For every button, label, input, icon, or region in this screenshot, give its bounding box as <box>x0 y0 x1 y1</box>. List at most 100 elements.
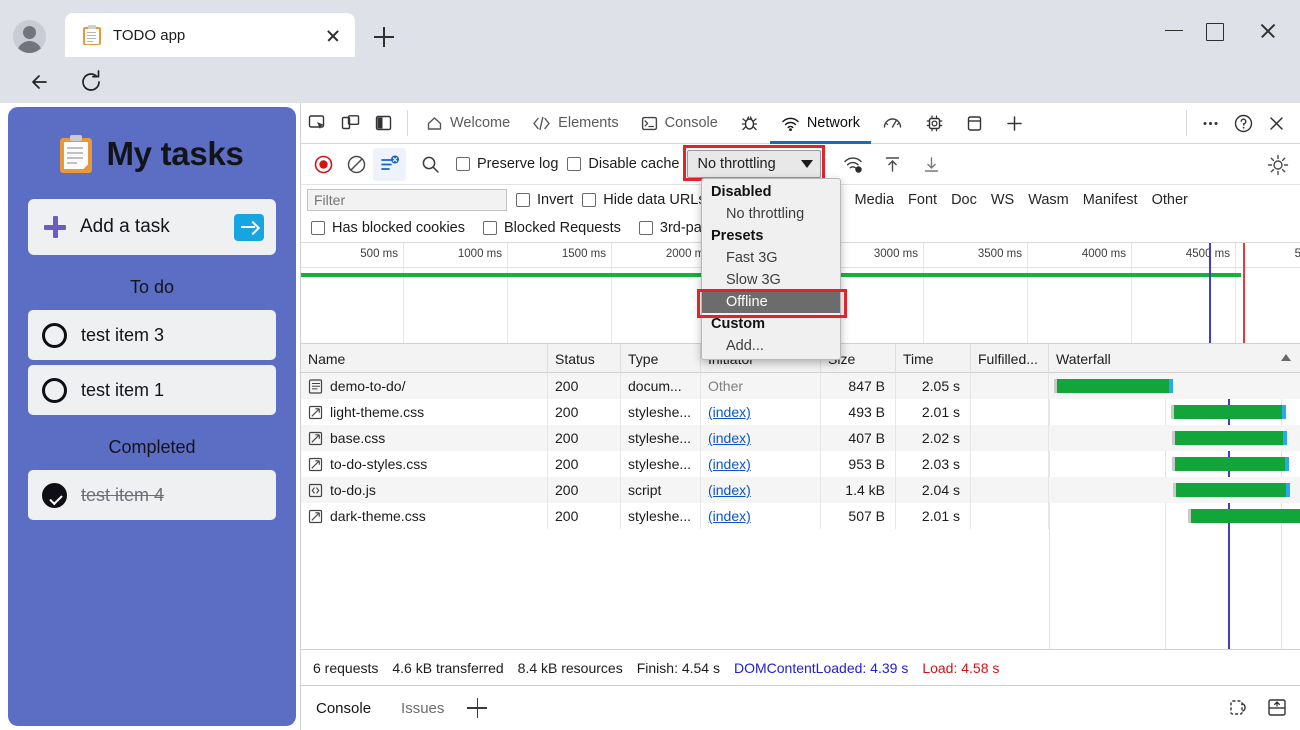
type-filter-wasm[interactable]: Wasm <box>1028 192 1069 208</box>
drawer-tab-console[interactable]: Console <box>301 686 387 730</box>
menu-item-add[interactable]: Add... <box>702 335 840 357</box>
type-filter-media[interactable]: Media <box>855 192 895 208</box>
devtools-tabbar: Welcome Elements Console Network <box>301 103 1300 144</box>
menu-item-slow-3g[interactable]: Slow 3G <box>702 269 840 291</box>
menu-item-fast-3g[interactable]: Fast 3G <box>702 247 840 269</box>
cell-fulfilled <box>971 399 1049 425</box>
filter-toggle-button[interactable] <box>373 147 406 181</box>
list-item[interactable]: test item 1 <box>28 365 276 415</box>
add-task-input[interactable]: Add a task <box>28 199 276 255</box>
tab-close-icon[interactable] <box>319 21 347 49</box>
throttling-menu[interactable]: Disabled No throttling Presets Fast 3G S… <box>697 178 847 360</box>
cell-name: base.css <box>301 425 548 451</box>
column-header-waterfall[interactable]: Waterfall <box>1049 344 1300 373</box>
column-header-fulfilled[interactable]: Fulfilled... <box>971 344 1049 373</box>
has-blocked-cookies-checkbox[interactable]: Has blocked cookies <box>311 220 465 236</box>
chevron-down-icon <box>801 160 814 168</box>
window-minimize-button[interactable] <box>1152 14 1196 46</box>
submit-arrow-icon[interactable] <box>234 213 264 241</box>
network-conditions-icon[interactable] <box>837 148 870 181</box>
search-icon[interactable] <box>414 148 447 181</box>
cell-type: styleshe... <box>621 451 701 477</box>
drawer-add-tab-button[interactable] <box>459 690 495 726</box>
clear-console-icon[interactable] <box>1227 695 1251 724</box>
menu-item-offline[interactable]: Offline <box>702 291 840 313</box>
tab-console[interactable]: Console <box>630 103 729 144</box>
type-filter-doc[interactable]: Doc <box>951 192 977 208</box>
invert-checkbox[interactable]: Invert <box>516 192 573 208</box>
drawer-tab-issues[interactable]: Issues <box>386 686 459 730</box>
blocked-requests-checkbox[interactable]: Blocked Requests <box>483 220 621 236</box>
tab-welcome[interactable]: Welcome <box>415 103 521 144</box>
devtools-drawer: Console Issues <box>301 686 1300 730</box>
initiator-link[interactable]: (index) <box>708 430 751 446</box>
back-icon[interactable] <box>24 65 58 99</box>
task-checkbox[interactable] <box>42 322 67 348</box>
preserve-log-checkbox[interactable]: Preserve log <box>456 156 558 172</box>
new-tab-button[interactable] <box>368 21 400 53</box>
import-har-icon[interactable] <box>876 148 909 181</box>
tab-application[interactable] <box>955 103 994 144</box>
tick-label: 3500 ms <box>977 248 1022 260</box>
menu-item-no-throttling[interactable]: No throttling <box>702 203 840 225</box>
tick-label: 4000 ms <box>1081 248 1126 260</box>
table-row[interactable]: to-do-styles.css 200 styleshe... (index)… <box>301 451 1300 477</box>
initiator-link[interactable]: (index) <box>708 508 751 524</box>
cell-waterfall <box>1049 399 1300 425</box>
column-header-type[interactable]: Type <box>621 344 701 373</box>
column-header-status[interactable]: Status <box>548 344 621 373</box>
settings-gear-icon[interactable] <box>1265 152 1291 178</box>
table-row[interactable]: base.css 200 styleshe... (index) 407 B 2… <box>301 425 1300 451</box>
type-filter-ws[interactable]: WS <box>991 192 1014 208</box>
list-item[interactable]: test item 3 <box>28 310 276 360</box>
request-name: to-do-styles.css <box>330 456 428 472</box>
type-filter-manifest[interactable]: Manifest <box>1083 192 1138 208</box>
tab-sources[interactable] <box>729 103 770 144</box>
cell-time: 2.03 s <box>896 451 971 477</box>
initiator-link[interactable]: (index) <box>708 456 751 472</box>
column-header-time[interactable]: Time <box>896 344 971 373</box>
initiator-link[interactable]: (index) <box>708 404 751 420</box>
filter-input[interactable] <box>307 189 507 211</box>
table-row[interactable]: light-theme.css 200 styleshe... (index) … <box>301 399 1300 425</box>
table-row[interactable]: dark-theme.css 200 styleshe... (index) 5… <box>301 503 1300 529</box>
throttling-dropdown[interactable]: No throttling <box>687 150 822 178</box>
browser-tab[interactable]: TODO app <box>65 13 355 57</box>
table-row[interactable]: demo-to-do/ 200 docum... Other 847 B 2.0… <box>301 373 1300 399</box>
help-icon[interactable] <box>1227 107 1260 140</box>
table-row[interactable]: to-do.js 200 script (index) 1.4 kB 2.04 … <box>301 477 1300 503</box>
tab-network[interactable]: Network <box>769 103 872 144</box>
drawer-right-icons <box>1227 695 1289 724</box>
initiator-link[interactable]: (index) <box>708 482 751 498</box>
export-har-icon[interactable] <box>915 148 948 181</box>
clear-button[interactable] <box>340 148 373 181</box>
task-checkbox-checked[interactable] <box>42 482 67 508</box>
dock-icon[interactable] <box>1265 695 1289 724</box>
request-name: dark-theme.css <box>330 508 426 524</box>
devtools-close-icon[interactable] <box>1260 107 1293 140</box>
tab-elements[interactable]: Elements <box>521 103 629 144</box>
devtools-add-tab-button[interactable] <box>994 103 1035 144</box>
record-button[interactable] <box>307 148 340 181</box>
hide-data-urls-checkbox[interactable]: Hide data URLs <box>582 192 706 208</box>
window-maximize-button[interactable] <box>1192 14 1236 46</box>
tab-memory[interactable] <box>914 103 955 144</box>
list-item[interactable]: test item 4 <box>28 470 276 520</box>
dock-side-icon[interactable] <box>367 107 400 140</box>
profile-avatar[interactable] <box>13 20 46 53</box>
disable-cache-checkbox[interactable]: Disable cache <box>567 156 679 172</box>
device-emulation-icon[interactable] <box>334 107 367 140</box>
task-checkbox[interactable] <box>42 377 67 403</box>
table-body: demo-to-do/ 200 docum... Other 847 B 2.0… <box>301 373 1300 649</box>
window-close-button[interactable] <box>1246 14 1290 46</box>
inspect-element-icon[interactable] <box>301 107 334 140</box>
cell-type: styleshe... <box>621 503 701 529</box>
reload-icon[interactable] <box>74 65 108 99</box>
type-filter-other[interactable]: Other <box>1152 192 1188 208</box>
cell-type: styleshe... <box>621 399 701 425</box>
column-header-name[interactable]: Name <box>301 344 548 373</box>
devtools-more-icon[interactable] <box>1194 107 1227 140</box>
type-filter-font[interactable]: Font <box>908 192 937 208</box>
cell-waterfall <box>1049 477 1300 503</box>
tab-performance[interactable] <box>871 103 914 144</box>
